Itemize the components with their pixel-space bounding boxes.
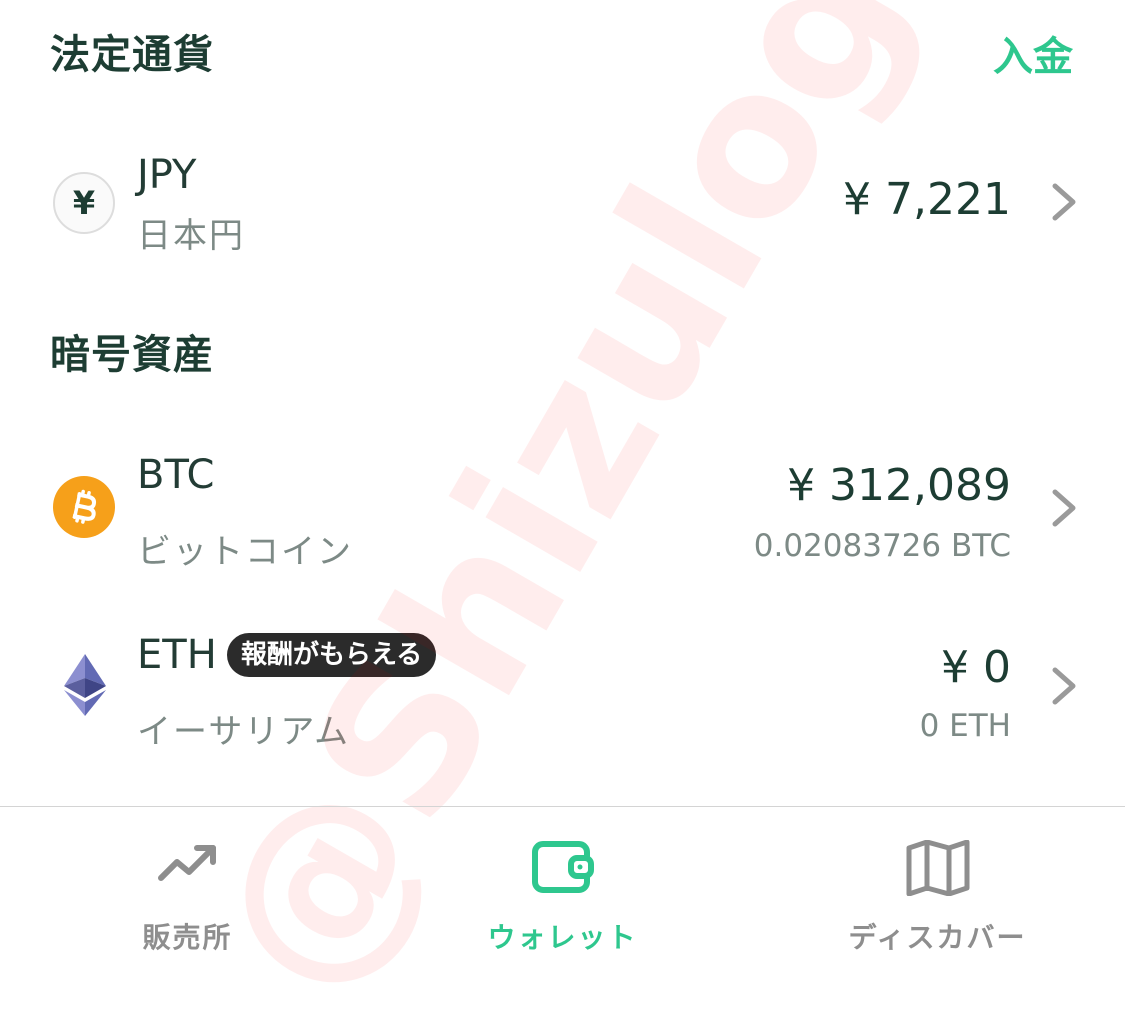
asset-holding-eth: 0 ETH bbox=[919, 708, 1011, 744]
chevron-right-icon bbox=[1052, 489, 1076, 527]
tab-wallet[interactable]: ウォレット bbox=[375, 808, 750, 977]
tab-label: ウォレット bbox=[487, 921, 638, 954]
reward-badge: 報酬がもらえる bbox=[227, 633, 437, 677]
asset-symbol: ETH bbox=[137, 632, 217, 678]
tab-label: 販売所 bbox=[142, 921, 233, 954]
nav-divider bbox=[0, 806, 1125, 807]
asset-name: イーサリアム bbox=[137, 712, 350, 752]
crypto-section-title: 暗号資産 bbox=[50, 332, 214, 378]
asset-symbol: JPY bbox=[137, 152, 197, 198]
asset-row-btc[interactable]: BTC ビットコイン ¥ 312,089 0.02083726 BTC bbox=[0, 440, 1125, 580]
asset-symbol: BTC bbox=[137, 452, 215, 498]
chevron-right-icon bbox=[1052, 183, 1076, 221]
trending-up-icon bbox=[157, 845, 216, 881]
asset-row-jpy[interactable]: ¥ JPY 日本円 ¥ 7,221 bbox=[0, 140, 1125, 260]
fiat-section-title: 法定通貨 bbox=[50, 32, 214, 78]
chevron-right-icon bbox=[1052, 667, 1076, 705]
ethereum-icon bbox=[64, 654, 106, 716]
bitcoin-icon bbox=[53, 476, 115, 538]
map-icon bbox=[906, 840, 969, 896]
bitcoin-glyph-icon bbox=[72, 489, 97, 524]
asset-name: 日本円 bbox=[137, 216, 245, 256]
asset-holding-btc: 0.02083726 BTC bbox=[753, 528, 1011, 564]
asset-amount-btc: ¥ 312,089 bbox=[787, 460, 1011, 511]
tab-market[interactable]: 販売所 bbox=[0, 808, 375, 977]
yen-icon: ¥ bbox=[53, 172, 115, 234]
tab-label: ディスカバー bbox=[848, 921, 1027, 954]
deposit-button[interactable]: 入金 bbox=[993, 24, 1073, 82]
tab-discover[interactable]: ディスカバー bbox=[750, 808, 1125, 977]
asset-amount-eth: ¥ 0 bbox=[941, 642, 1011, 693]
asset-name: ビットコイン bbox=[137, 532, 353, 572]
wallet-icon bbox=[531, 841, 594, 893]
asset-amount-jpy: ¥ 7,221 bbox=[843, 174, 1011, 225]
asset-row-eth[interactable]: ETH イーサリアム ¥ 0 0 ETH bbox=[0, 620, 1125, 760]
